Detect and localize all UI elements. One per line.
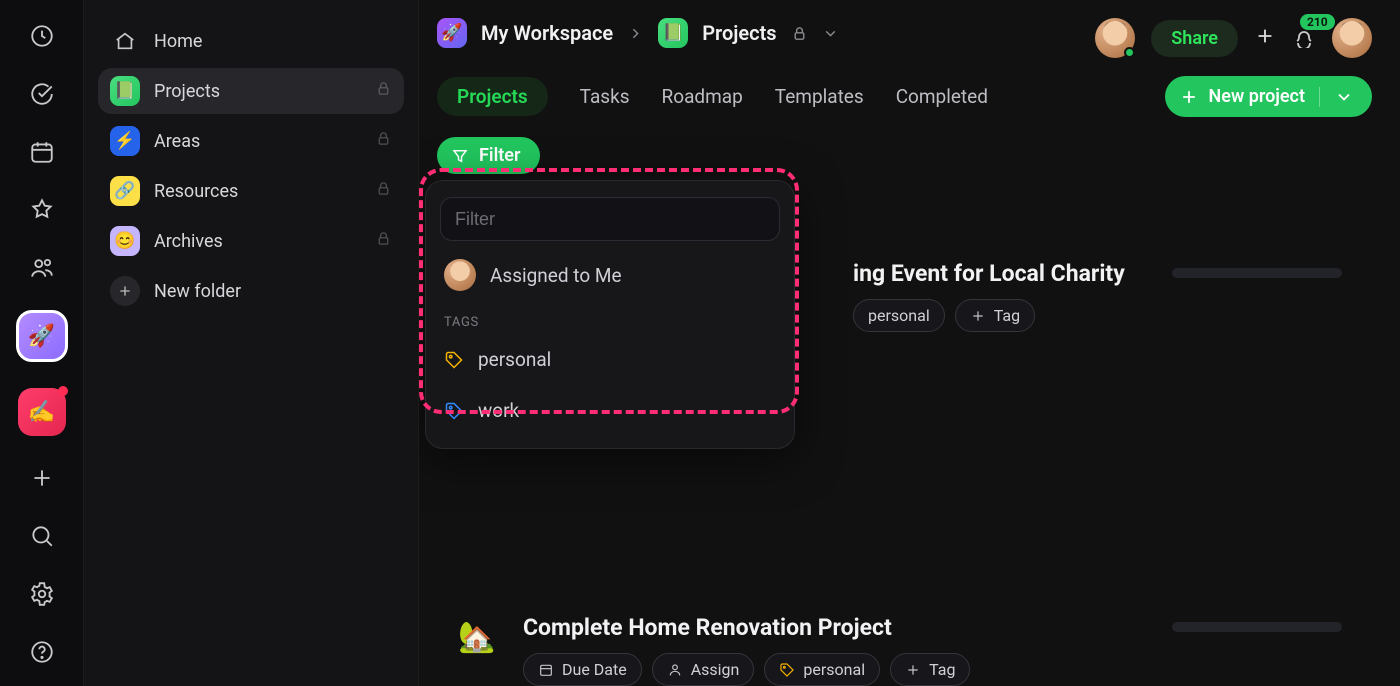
sidebar-item-areas[interactable]: ⚡ Areas [98,118,404,164]
lock-icon [791,25,808,42]
separator [1319,87,1320,107]
home-icon [110,26,140,56]
help-icon[interactable] [26,636,58,668]
people-icon[interactable] [26,252,58,284]
filter-icon [451,147,469,165]
chevron-right-icon [627,25,644,42]
add-tag-chip[interactable]: Tag [955,299,1035,332]
writing-app-icon[interactable]: ✍️ [18,388,66,436]
new-project-button[interactable]: New project [1165,76,1372,117]
tag-chip[interactable]: personal [764,653,880,686]
add-tag-chip[interactable]: Tag [890,653,970,686]
lock-icon [375,130,392,152]
sidebar-item-projects[interactable]: 📗 Projects [98,68,404,114]
check-circle-icon[interactable] [26,78,58,110]
lock-icon [375,230,392,252]
sidebar-item-label: Resources [154,181,238,202]
add-workspace-icon[interactable] [26,462,58,494]
project-row[interactable]: 🏡 Complete Home Renovation Project Due D… [457,614,1372,686]
chevron-down-icon[interactable] [822,25,839,42]
avatar[interactable] [1332,18,1372,58]
lock-icon [375,180,392,202]
clock-icon[interactable] [26,20,58,52]
areas-icon: ⚡ [110,126,140,156]
notifications-icon[interactable]: 210 [1292,24,1316,52]
tabs: Projects Tasks Roadmap Templates Complet… [437,76,1372,117]
sidebar: Home 📗 Projects ⚡ Areas 🔗 Resources 😊 Ar… [84,0,419,686]
project-list: 🏡 Complete Home Renovation Project Due D… [437,434,1372,686]
tab-templates[interactable]: Templates [775,77,864,116]
filter-tag-personal[interactable]: personal [440,338,780,381]
sidebar-item-label: Home [154,31,202,52]
new-project-label: New project [1209,86,1305,107]
tag-icon [444,401,464,421]
online-indicator [1124,47,1135,58]
tab-projects[interactable]: Projects [437,77,548,116]
archives-icon: 😊 [110,226,140,256]
filter-tag-work[interactable]: work [440,389,780,432]
skeleton-line [1172,268,1342,278]
breadcrumb-page[interactable]: Projects [702,21,776,45]
icon-rail: 🚀 ✍️ [0,0,84,686]
sidebar-item-label: Archives [154,231,223,252]
search-icon[interactable] [26,520,58,552]
skeleton-line [1172,622,1342,632]
gear-icon[interactable] [26,578,58,610]
share-button[interactable]: Share [1151,20,1238,57]
sidebar-new-folder[interactable]: New folder [98,268,404,314]
lock-icon [375,80,392,102]
tab-tasks[interactable]: Tasks [580,77,630,116]
avatar [444,259,476,291]
filter-button[interactable]: Filter [437,137,540,174]
project-emoji: 🏡 [457,620,497,655]
breadcrumb-workspace[interactable]: My Workspace [481,21,613,45]
sidebar-item-label: Areas [154,131,200,152]
project-title: Complete Home Renovation Project [523,614,1146,641]
workspace-icon: 🚀 [437,18,467,48]
star-icon[interactable] [26,194,58,226]
projects-icon: 📗 [658,18,688,48]
avatar[interactable] [1095,18,1135,58]
sidebar-item-resources[interactable]: 🔗 Resources [98,168,404,214]
plus-icon [1179,87,1199,107]
filter-input[interactable] [440,197,780,241]
project-title: ing Event for Local Charity [853,260,1146,287]
header-add-button[interactable] [1254,25,1276,51]
new-folder-label: New folder [154,281,241,302]
projects-icon: 📗 [110,76,140,106]
assign-chip[interactable]: Assign [652,653,755,686]
workspace-rocket-icon[interactable]: 🚀 [16,310,68,362]
filter-tags-heading: TAGS [444,315,776,330]
tab-roadmap[interactable]: Roadmap [662,77,743,116]
plus-icon [110,276,140,306]
main: Share 210 🚀 My Workspace 📗 Projects Proj… [419,0,1400,686]
filter-assigned-to-me[interactable]: Assigned to Me [440,249,780,301]
tab-completed[interactable]: Completed [896,77,988,116]
chevron-down-icon[interactable] [1334,87,1354,107]
due-date-chip[interactable]: Due Date [523,653,642,686]
header-actions: Share 210 [1095,18,1372,58]
tag-chip[interactable]: personal [853,299,945,332]
filter-dropdown: Assigned to Me TAGS personal work [425,180,795,449]
sidebar-item-home[interactable]: Home [98,18,404,64]
calendar-icon[interactable] [26,136,58,168]
notification-badge: 210 [1300,14,1335,30]
sidebar-item-archives[interactable]: 😊 Archives [98,218,404,264]
filter-label: Filter [479,145,520,166]
resources-icon: 🔗 [110,176,140,206]
tag-icon [444,350,464,370]
sidebar-item-label: Projects [154,81,220,102]
